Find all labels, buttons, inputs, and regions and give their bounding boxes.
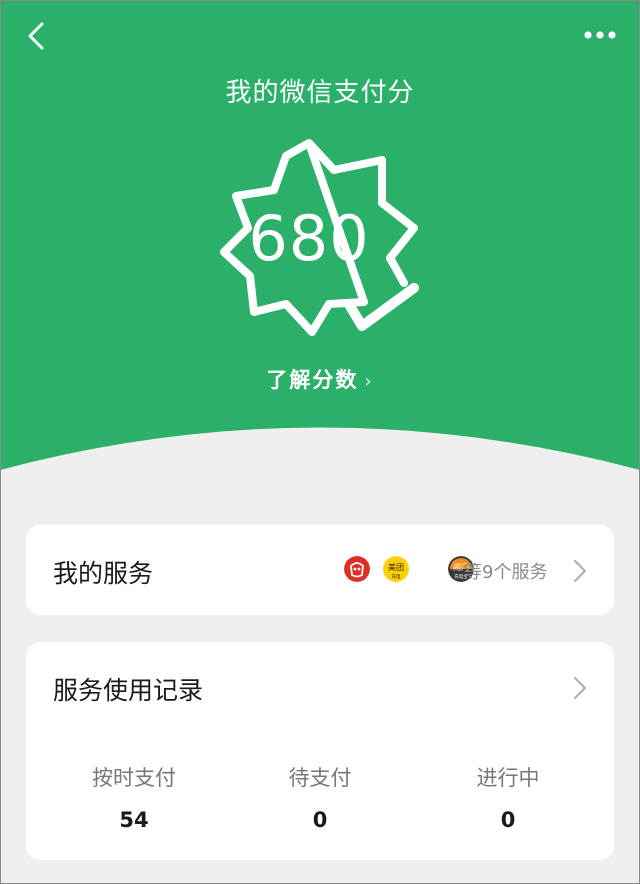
stat-label: 待支付 [288,766,352,790]
learn-score-label: 了解分数 [266,368,359,392]
chevron-right-icon [573,676,587,700]
my-services-title: 我的服务 [53,559,154,588]
page-title: 我的微信支付分 [225,78,415,108]
back-arrow-icon[interactable] [18,18,54,54]
stat-value: 54 [119,808,149,832]
stat-value: 0 [500,808,516,832]
pinduoduo-icon [344,556,370,582]
credit-score: 680 [248,202,370,275]
chevron-right-icon: › [364,371,374,392]
chevron-right-icon [573,559,587,583]
more-menu-icon[interactable] [576,20,624,50]
stat-value: 0 [312,808,328,832]
my-services-card[interactable]: 我的服务 美团 充电 闹门 充电宝 等9个服务 [26,525,614,615]
stat-label: 进行中 [476,766,540,790]
record-stats: 按时支付 54 待支付 0 进行中 0 [26,734,614,860]
service-records-card: 服务使用记录 按时支付 54 待支付 0 进行中 0 [26,642,614,860]
stat-on-time-payment[interactable]: 按时支付 54 [36,734,232,860]
stat-in-progress[interactable]: 进行中 0 [410,734,606,860]
service-records-header[interactable]: 服务使用记录 [26,642,614,734]
meituan-icon-text: 美团 [388,562,404,572]
learn-score-link[interactable]: 了解分数 › [0,364,640,394]
meituan-icon: 美团 充电 [383,556,409,582]
stat-label: 按时支付 [92,766,176,790]
service-records-title: 服务使用记录 [53,676,204,705]
services-count-text: 等9个服务 [464,562,548,583]
meituan-icon-subtext: 充电 [392,573,401,580]
stat-pending-payment[interactable]: 待支付 0 [222,734,418,860]
